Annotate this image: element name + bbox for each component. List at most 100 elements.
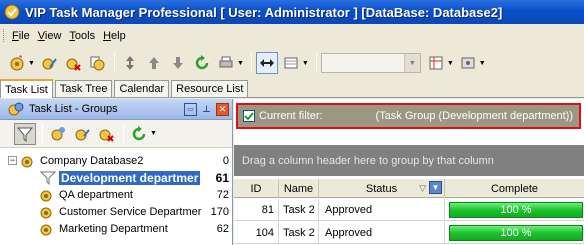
settings-button[interactable] xyxy=(457,52,479,74)
combo-arrow-icon[interactable]: ▼ xyxy=(403,54,420,72)
move-down-button[interactable] xyxy=(167,52,189,74)
menu-grip xyxy=(3,29,6,42)
tree-item-count: 61 xyxy=(215,170,229,185)
task-grid-panel: Current filter: (Task Group (Development… xyxy=(234,99,584,245)
refresh-icon xyxy=(132,125,146,140)
column-header-name[interactable]: Name xyxy=(279,179,319,198)
toolbar-separator xyxy=(250,53,252,73)
filter-enabled-checkbox[interactable] xyxy=(243,110,255,122)
complete-progress-bar: 100 % xyxy=(449,202,583,218)
collapse-icon[interactable]: − xyxy=(8,156,17,165)
move-up-button[interactable] xyxy=(143,52,165,74)
menu-help[interactable]: Help xyxy=(103,30,126,42)
delete-task-button[interactable] xyxy=(62,52,84,74)
column-dropdown-icon[interactable]: ▼ xyxy=(429,181,442,194)
group-icon xyxy=(40,190,52,201)
column-header-id[interactable]: ID xyxy=(234,179,279,198)
filter-value: (Task Group (Development department)) xyxy=(375,110,573,122)
new-task-icon: * xyxy=(10,55,24,71)
task-properties-icon xyxy=(90,56,105,71)
filter-combo[interactable]: ▼ xyxy=(320,53,421,73)
delete-group-button[interactable] xyxy=(95,123,117,145)
menu-bar: File View Tools Help xyxy=(0,25,584,46)
settings-icon xyxy=(461,57,475,69)
svg-text:*: * xyxy=(19,55,22,63)
tree-item-customer-service[interactable]: Customer Service Departmer 170 xyxy=(0,203,232,220)
cell-complete: 100 % xyxy=(445,222,584,244)
fit-width-button[interactable] xyxy=(255,52,278,74)
column-filter-icon[interactable]: ▽ xyxy=(419,183,426,194)
group-by-panel[interactable]: Drag a column header here to group by th… xyxy=(234,145,584,176)
up-arrow-icon xyxy=(148,57,159,69)
tree-item-qa[interactable]: QA department 72 xyxy=(0,186,232,203)
app-icon xyxy=(4,4,20,20)
tab-task-tree[interactable]: Task Tree xyxy=(54,80,113,97)
tree-item-marketing[interactable]: Marketing Department 62 xyxy=(0,220,232,237)
panel-restore-button[interactable]: ▭ xyxy=(184,102,197,116)
group-icon xyxy=(40,224,52,235)
checkmark-icon xyxy=(244,112,254,121)
main-toolbar: * ▼ ▼ ▼ ▼ ▼ ▼ xyxy=(0,48,584,78)
task-properties-button[interactable] xyxy=(86,52,108,74)
refresh-groups-button[interactable] xyxy=(128,123,150,145)
column-header-complete[interactable]: Complete xyxy=(445,179,584,198)
grid-header: ID Name Status ▽ ▼ Complete xyxy=(234,179,584,198)
window-title: VIP Task Manager Professional [ User: Ad… xyxy=(25,4,503,20)
tree-item-label: Customer Service Departmer xyxy=(59,205,202,218)
down-arrow-icon xyxy=(172,57,183,69)
table-row[interactable]: 81 Task 2 Approved 100 % xyxy=(234,199,584,221)
edit-task-icon xyxy=(42,58,57,70)
cell-name: Task 2 xyxy=(279,222,319,244)
cell-status: Approved xyxy=(319,199,445,221)
print-button[interactable] xyxy=(215,52,237,74)
tree-item-label: Marketing Department xyxy=(59,222,168,235)
add-group-button[interactable] xyxy=(47,123,69,145)
columns-dropdown-icon[interactable]: ▼ xyxy=(302,60,309,67)
cell-complete: 100 % xyxy=(445,199,584,221)
move-updown-button[interactable] xyxy=(119,52,141,74)
column-header-status[interactable]: Status ▽ ▼ xyxy=(319,179,445,198)
table-row[interactable]: 104 Task 2 Approved 100 % xyxy=(234,222,584,244)
delete-group-icon xyxy=(99,129,114,142)
columns-icon xyxy=(284,57,298,69)
groups-icon xyxy=(8,102,24,116)
new-task-button[interactable]: * xyxy=(6,52,28,74)
menu-file[interactable]: File xyxy=(12,30,30,42)
panel-close-button[interactable]: ✕ xyxy=(216,102,229,116)
menu-view[interactable]: View xyxy=(38,30,62,42)
main-tabs: Task List Task Tree Calendar Resource Li… xyxy=(0,79,584,98)
tree-item-count: 72 xyxy=(216,188,229,201)
tab-calendar[interactable]: Calendar xyxy=(114,80,170,97)
columns-button[interactable] xyxy=(280,52,302,74)
menu-tools[interactable]: Tools xyxy=(69,30,95,42)
edit-group-icon xyxy=(75,128,90,140)
tree-item-label: Development departmer xyxy=(59,170,201,185)
fit-width-icon xyxy=(259,59,274,67)
filter-funnel-icon xyxy=(40,171,56,185)
refresh-button[interactable] xyxy=(191,52,213,74)
settings-dropdown-icon[interactable]: ▼ xyxy=(479,60,486,67)
groups-panel: Task List - Groups ▭ ⊥ ✕ ▼ − Company Dat… xyxy=(0,99,233,245)
filter-by-group-button[interactable] xyxy=(14,122,36,145)
view-options-button[interactable] xyxy=(425,52,447,74)
delete-task-icon xyxy=(66,58,81,71)
toolbar-separator xyxy=(315,53,317,73)
refresh-icon xyxy=(195,55,209,70)
print-dropdown-icon[interactable]: ▼ xyxy=(237,60,244,67)
current-filter-bar[interactable]: Current filter: (Task Group (Development… xyxy=(236,103,581,129)
edit-group-button[interactable] xyxy=(71,123,93,145)
groups-toolbar: ▼ xyxy=(0,120,232,148)
filter-label: Current filter: xyxy=(259,110,323,122)
cell-id: 104 xyxy=(234,222,279,244)
tab-resource-list[interactable]: Resource List xyxy=(171,80,249,97)
view-options-dropdown-icon[interactable]: ▼ xyxy=(447,60,454,67)
panel-pin-icon[interactable]: ⊥ xyxy=(200,103,213,116)
edit-task-button[interactable] xyxy=(38,52,60,74)
new-task-dropdown-icon[interactable]: ▼ xyxy=(28,60,35,67)
printer-icon xyxy=(219,56,233,68)
tab-task-list[interactable]: Task List xyxy=(0,79,53,98)
tree-item-development[interactable]: Development departmer 61 xyxy=(0,169,232,186)
tree-item-label: Company Database2 xyxy=(40,154,144,167)
tree-item-company[interactable]: − Company Database2 0 xyxy=(0,152,232,169)
refresh-dropdown-icon[interactable]: ▼ xyxy=(150,130,157,137)
